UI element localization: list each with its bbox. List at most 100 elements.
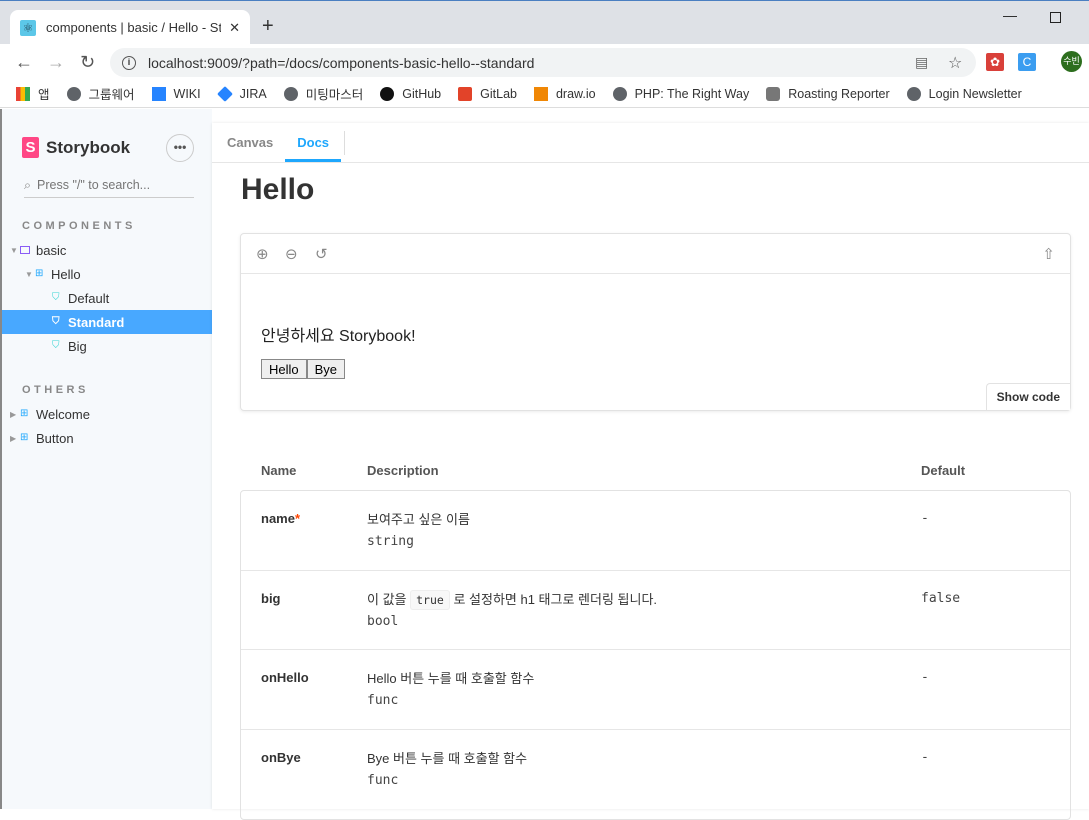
table-row: name* 보여주고 싶은 이름 string -: [241, 491, 1070, 571]
greeting-text: 안녕하세요 Storybook!: [261, 328, 416, 345]
prop-name: name*: [261, 511, 300, 526]
globe-icon: [906, 86, 921, 101]
reload-icon[interactable]: ↻: [80, 52, 95, 73]
jira-icon: [216, 85, 233, 102]
chevron-down-icon: ▼: [25, 269, 33, 279]
storybook-icon: S: [22, 137, 39, 158]
brand-name: Storybook: [46, 137, 131, 157]
bookmark-icon: ⛉: [52, 340, 60, 351]
tree-item-hello[interactable]: ▼ ⊞ Hello: [2, 262, 212, 286]
prop-type: func: [367, 693, 399, 708]
extension-c-icon[interactable]: C: [1018, 53, 1036, 71]
bookmark[interactable]: Roasting Reporter: [766, 86, 890, 101]
bookmark-label: JIRA: [239, 86, 267, 101]
bookmark-label: Login Newsletter: [928, 86, 1022, 101]
tree-label: Hello: [51, 266, 81, 282]
tree-label: basic: [36, 242, 67, 258]
new-tab-button[interactable]: +: [262, 15, 274, 38]
prop-default: -: [921, 511, 929, 526]
prop-name: big: [261, 590, 281, 606]
zoom-out-icon[interactable]: ⊖: [285, 245, 298, 263]
bookmark[interactable]: 그룹웨어: [66, 84, 135, 103]
component-icon: ⊞: [20, 408, 29, 419]
back-icon[interactable]: ←: [15, 52, 33, 73]
tab-canvas[interactable]: Canvas: [215, 123, 285, 162]
desc-text: 로 설정하면 h1 태그로 렌더링 됩니다.: [453, 591, 658, 607]
tree-item-basic[interactable]: ▼ basic: [2, 238, 212, 262]
bookmark[interactable]: 미팅마스터: [283, 84, 363, 103]
url-bar[interactable]: i localhost:9009/?path=/docs/components-…: [110, 48, 976, 77]
gitlab-icon: [458, 86, 473, 101]
drawio-icon: [533, 86, 548, 101]
bookmark[interactable]: GitHub: [380, 86, 442, 101]
bookmark-label: GitHub: [402, 86, 442, 101]
profile-avatar[interactable]: 수빈: [1061, 51, 1082, 72]
hello-button[interactable]: Hello: [261, 359, 307, 379]
bookmark-label: PHP: The Right Way: [634, 86, 750, 101]
bookmark-label: Roasting Reporter: [788, 86, 890, 101]
confluence-icon: [151, 86, 166, 101]
tree-item-standard[interactable]: ⛉ Standard: [2, 310, 212, 334]
search-input[interactable]: [37, 178, 178, 192]
preview-toolbar: ⊕ ⊖ ↺ ⇧: [241, 234, 1070, 274]
chevron-right-icon: ▶: [10, 433, 17, 443]
divider: [344, 131, 346, 155]
tree-item-button[interactable]: ▶ ⊞ Button: [2, 426, 212, 450]
reset-zoom-icon[interactable]: ↺: [315, 245, 328, 263]
forward-icon[interactable]: →: [47, 52, 65, 73]
prop-default: -: [921, 749, 929, 765]
bookmark[interactable]: Login Newsletter: [906, 86, 1022, 101]
prop-type: bool: [367, 613, 399, 629]
bookmark-label: GitLab: [480, 86, 517, 101]
translate-icon[interactable]: ▤: [915, 54, 928, 71]
chevron-down-icon: ▼: [10, 245, 18, 255]
show-code-button[interactable]: Show code: [985, 383, 1070, 410]
info-icon[interactable]: i: [122, 55, 136, 70]
bookmark[interactable]: GitLab: [458, 86, 517, 101]
search-field[interactable]: ⌕: [24, 173, 194, 198]
bye-button[interactable]: Bye: [306, 359, 346, 379]
tree-item-welcome[interactable]: ▶ ⊞ Welcome: [2, 402, 212, 426]
bookmark[interactable]: PHP: The Right Way: [612, 86, 750, 101]
inline-code: true: [410, 589, 450, 610]
bookmark[interactable]: WIKI: [151, 86, 201, 101]
bookmark-apps[interactable]: 앱: [16, 84, 50, 103]
close-tab-icon[interactable]: ✕: [229, 20, 240, 36]
apps-grid-icon: [16, 86, 30, 101]
prop-description: 보여주고 싶은 이름: [367, 512, 470, 527]
sidebar: SStorybook ••• ⌕ COMPONENTS ▼basic ▼⊞Hel…: [0, 109, 212, 809]
folder-icon: [20, 246, 30, 254]
star-icon[interactable]: ☆: [948, 53, 962, 73]
extension-icon[interactable]: ✿: [986, 53, 1004, 71]
minimize-button[interactable]: —: [1003, 7, 1017, 23]
roasting-icon: [766, 86, 781, 101]
tree-item-big[interactable]: ⛉ Big: [2, 334, 212, 358]
github-icon: [380, 86, 395, 101]
browser-tab[interactable]: ⚛ components | basic / Hello - Storybook…: [10, 10, 250, 45]
panel-tabs: Canvas Docs: [212, 123, 1089, 163]
prop-default: -: [921, 670, 929, 685]
storybook-logo[interactable]: S Storybook: [22, 137, 130, 158]
zoom-in-icon[interactable]: ⊕: [256, 245, 269, 263]
maximize-button[interactable]: [1050, 12, 1061, 23]
desc-text: 이 값을: [367, 591, 407, 607]
section-components: COMPONENTS: [22, 220, 136, 232]
more-menu-button[interactable]: •••: [166, 134, 194, 162]
url-text: localhost:9009/?path=/docs/components-ba…: [148, 54, 535, 71]
tree-item-default[interactable]: ⛉ Default: [2, 286, 212, 310]
bookmarks-bar: 앱 그룹웨어 WIKI JIRA 미팅마스터 GitHub GitLab dra…: [0, 80, 1089, 108]
share-icon[interactable]: ⇧: [1042, 245, 1055, 263]
prop-name: onBye: [261, 749, 301, 765]
address-bar-row: ← → ↻ i localhost:9009/?path=/docs/compo…: [0, 44, 1089, 80]
bookmark[interactable]: JIRA: [216, 85, 267, 102]
tab-docs[interactable]: Docs: [285, 123, 342, 162]
bookmark-label: 앱: [38, 88, 50, 102]
browser-tab-strip: ⚛ components | basic / Hello - Storybook…: [0, 0, 1089, 45]
prop-description: Bye 버튼 누를 때 호출할 함수: [367, 750, 528, 766]
react-icon: ⚛: [20, 19, 36, 36]
props-table: name* 보여주고 싶은 이름 string - big 이 값을 true …: [240, 490, 1071, 820]
column-header-name: Name: [261, 463, 297, 478]
required-marker: *: [294, 511, 301, 526]
section-others: OTHERS: [22, 384, 89, 396]
bookmark[interactable]: draw.io: [533, 86, 596, 101]
